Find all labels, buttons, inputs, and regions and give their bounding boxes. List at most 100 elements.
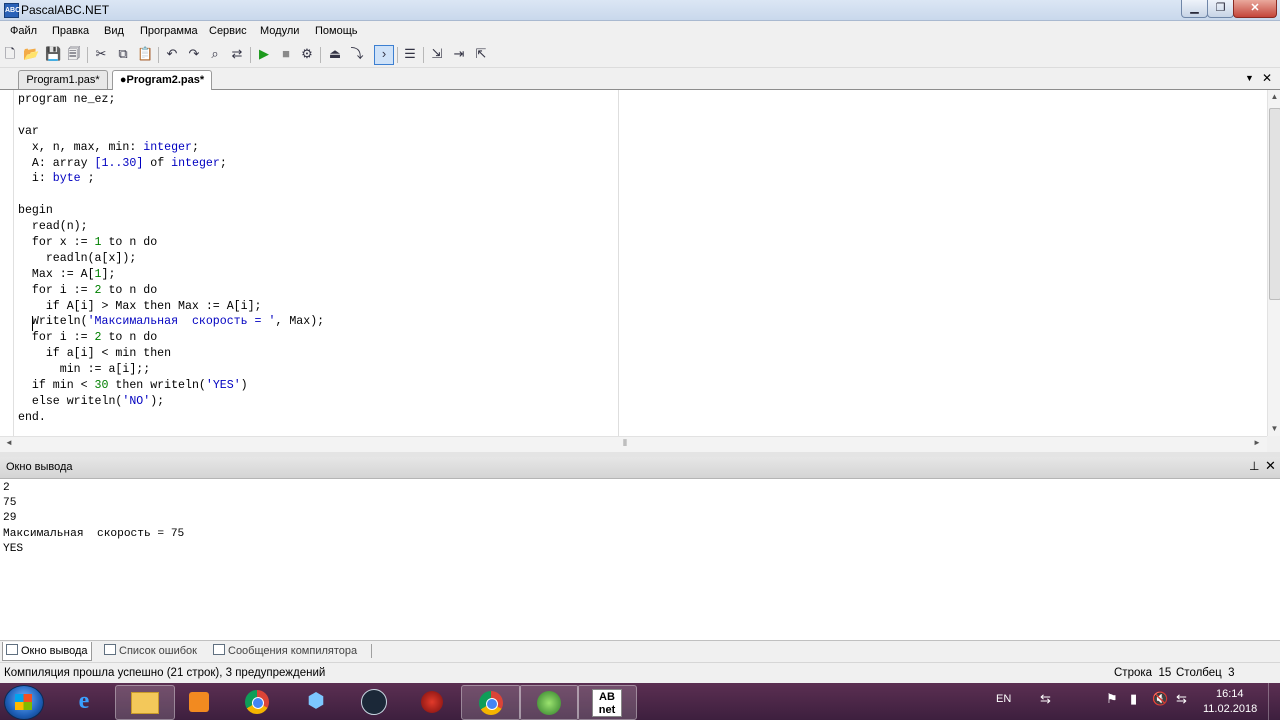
tab-list-dropdown-icon[interactable]: ▼ (1245, 73, 1254, 83)
menu-modules[interactable]: Модули (260, 25, 299, 37)
bottom-tab-strip: Окно вывода Список ошибок Сообщения комп… (0, 640, 1280, 662)
menu-service[interactable]: Сервис (209, 25, 247, 37)
step-over-icon[interactable]: ⇥ (451, 46, 467, 62)
output-pane-title: Окно вывода (6, 461, 73, 473)
code-line[interactable]: min := a[i];; (18, 362, 324, 378)
save-icon[interactable]: 💾 (45, 46, 61, 62)
tab-error-list[interactable]: Список ошибок (101, 642, 197, 660)
media-player-icon[interactable] (170, 685, 228, 718)
game-launcher-icon[interactable] (403, 685, 461, 718)
code-line[interactable]: read(n); (18, 219, 324, 235)
steam-icon[interactable] (345, 685, 403, 718)
open-file-icon[interactable]: 📂 (23, 46, 39, 62)
scrollbar-grip-icon[interactable]: ⦀ (623, 438, 627, 449)
tray-device-icon[interactable]: ▮ (1130, 691, 1137, 707)
gutter-line (13, 90, 14, 436)
step-icon[interactable]: ⤵ (349, 46, 365, 62)
run-icon[interactable]: ▶ (256, 46, 272, 62)
menu-program[interactable]: Программа (140, 25, 198, 37)
code-editor[interactable]: program ne_ez;​var x, n, max, min: integ… (0, 90, 1267, 436)
stop-icon[interactable]: ■ (278, 46, 294, 62)
tab-program1[interactable]: Program1.pas* (18, 70, 108, 89)
output-close-icon[interactable]: ✕ (1265, 458, 1276, 474)
visual-studio-icon[interactable]: ⬢ (287, 685, 345, 718)
compile-icon[interactable]: ⚙ (299, 46, 315, 62)
tray-flag-icon[interactable]: ⚑ (1106, 691, 1118, 707)
code-line[interactable]: Writeln('Максимальная скорость = ', Max)… (18, 314, 324, 330)
scrollbar-thumb[interactable] (1269, 108, 1280, 300)
tab-compiler-messages[interactable]: Сообщения компилятора (210, 642, 357, 660)
code-line[interactable]: else writeln('NO'); (18, 394, 324, 410)
save-all-icon[interactable]: 🗐 (66, 46, 82, 62)
show-desktop-button[interactable] (1268, 683, 1280, 720)
pin-icon[interactable]: ⊥ (1249, 459, 1259, 473)
step-out-icon[interactable]: ⇱ (473, 46, 489, 62)
undo-icon[interactable]: ↶ (164, 46, 180, 62)
code-line[interactable]: x, n, max, min: integer; (18, 140, 324, 156)
close-button[interactable]: ✕ (1233, 0, 1277, 18)
code-text[interactable]: program ne_ez;​var x, n, max, min: integ… (18, 92, 324, 426)
code-line[interactable]: program ne_ez; (18, 92, 324, 108)
tab-separator (371, 644, 372, 658)
editor-horizontal-scrollbar[interactable]: ◄ ⦀ ► (0, 436, 1267, 452)
clock-time[interactable]: 16:14 (1216, 688, 1244, 700)
code-line[interactable]: for x := 1 to n do (18, 235, 324, 251)
format-icon[interactable]: ☰ (402, 46, 418, 62)
code-line[interactable]: if min < 30 then writeln('YES') (18, 378, 324, 394)
redo-icon[interactable]: ↷ (186, 46, 202, 62)
file-explorer-icon[interactable] (115, 685, 175, 720)
code-line[interactable]: A: array [1..30] of integer; (18, 156, 324, 172)
code-line[interactable]: Max := A[1]; (18, 267, 324, 283)
output-pane-header: Окно вывода ⊥ ✕ (0, 457, 1280, 479)
replace-icon[interactable]: ⇄ (229, 46, 245, 62)
scroll-down-icon[interactable]: ▼ (1268, 424, 1280, 434)
code-line[interactable]: for i := 2 to n do (18, 330, 324, 346)
tray-network-icon[interactable]: ⇆ (1040, 691, 1051, 707)
debug-icon[interactable]: ⏏ (327, 46, 343, 62)
clock-date[interactable]: 11.02.2018 (1203, 703, 1257, 715)
start-button[interactable] (4, 685, 44, 720)
menu-help[interactable]: Помощь (315, 25, 358, 37)
column-value: 3 (1228, 667, 1235, 679)
code-line[interactable]: end. (18, 410, 324, 426)
code-line[interactable]: begin (18, 203, 324, 219)
tray-connection-icon[interactable]: ⇆ (1176, 691, 1187, 707)
menu-file[interactable]: Файл (10, 25, 37, 37)
editor-vertical-scrollbar[interactable]: ▲ ▼ (1267, 90, 1280, 436)
tab-program2[interactable]: ●Program2.pas* (112, 70, 212, 90)
chrome-window-icon[interactable] (461, 685, 521, 720)
chrome-icon[interactable] (228, 685, 286, 718)
find-icon[interactable]: ⌕ (207, 46, 223, 62)
code-line[interactable]: if a[i] < min then (18, 346, 324, 362)
maximize-button[interactable]: ❐ (1207, 0, 1234, 18)
output-window[interactable]: 2 75 29 Максимальная скорость = 75 YES (0, 479, 1280, 640)
tray-sound-icon[interactable]: 🔇 (1152, 691, 1168, 707)
tab-close-icon[interactable]: ✕ (1262, 71, 1272, 85)
tab-output-window[interactable]: Окно вывода (2, 642, 92, 661)
code-line[interactable]: ​ (18, 187, 324, 203)
minimize-button[interactable]: ▁ (1181, 0, 1208, 18)
scroll-up-icon[interactable]: ▲ (1268, 92, 1280, 102)
cut-icon[interactable]: ✂ (93, 46, 109, 62)
copy-icon[interactable]: ⧉ (115, 46, 131, 62)
internet-explorer-icon[interactable]: e (55, 685, 113, 718)
output-line: 29 (3, 512, 17, 525)
status-bar: Компиляция прошла успешно (21 строк), 3 … (0, 662, 1280, 683)
menu-edit[interactable]: Правка (52, 25, 89, 37)
network-app-icon[interactable] (519, 685, 579, 720)
menu-view[interactable]: Вид (104, 25, 124, 37)
console-icon[interactable]: › (374, 45, 394, 65)
pascalabc-icon[interactable]: AB net (577, 685, 637, 720)
scroll-right-icon[interactable]: ► (1253, 438, 1261, 447)
step-into-icon[interactable]: ⇲ (429, 46, 445, 62)
code-line[interactable]: for i := 2 to n do (18, 283, 324, 299)
language-indicator[interactable]: EN (996, 693, 1011, 705)
paste-icon[interactable]: 📋 (137, 46, 153, 62)
code-line[interactable]: var (18, 124, 324, 140)
code-line[interactable]: ​ (18, 108, 324, 124)
code-line[interactable]: i: byte ; (18, 171, 324, 187)
scroll-left-icon[interactable]: ◄ (5, 438, 13, 447)
new-file-icon[interactable]: 🗋 (2, 46, 18, 62)
code-line[interactable]: if A[i] > Max then Max := A[i]; (18, 299, 324, 315)
code-line[interactable]: readln(a[x]); (18, 251, 324, 267)
